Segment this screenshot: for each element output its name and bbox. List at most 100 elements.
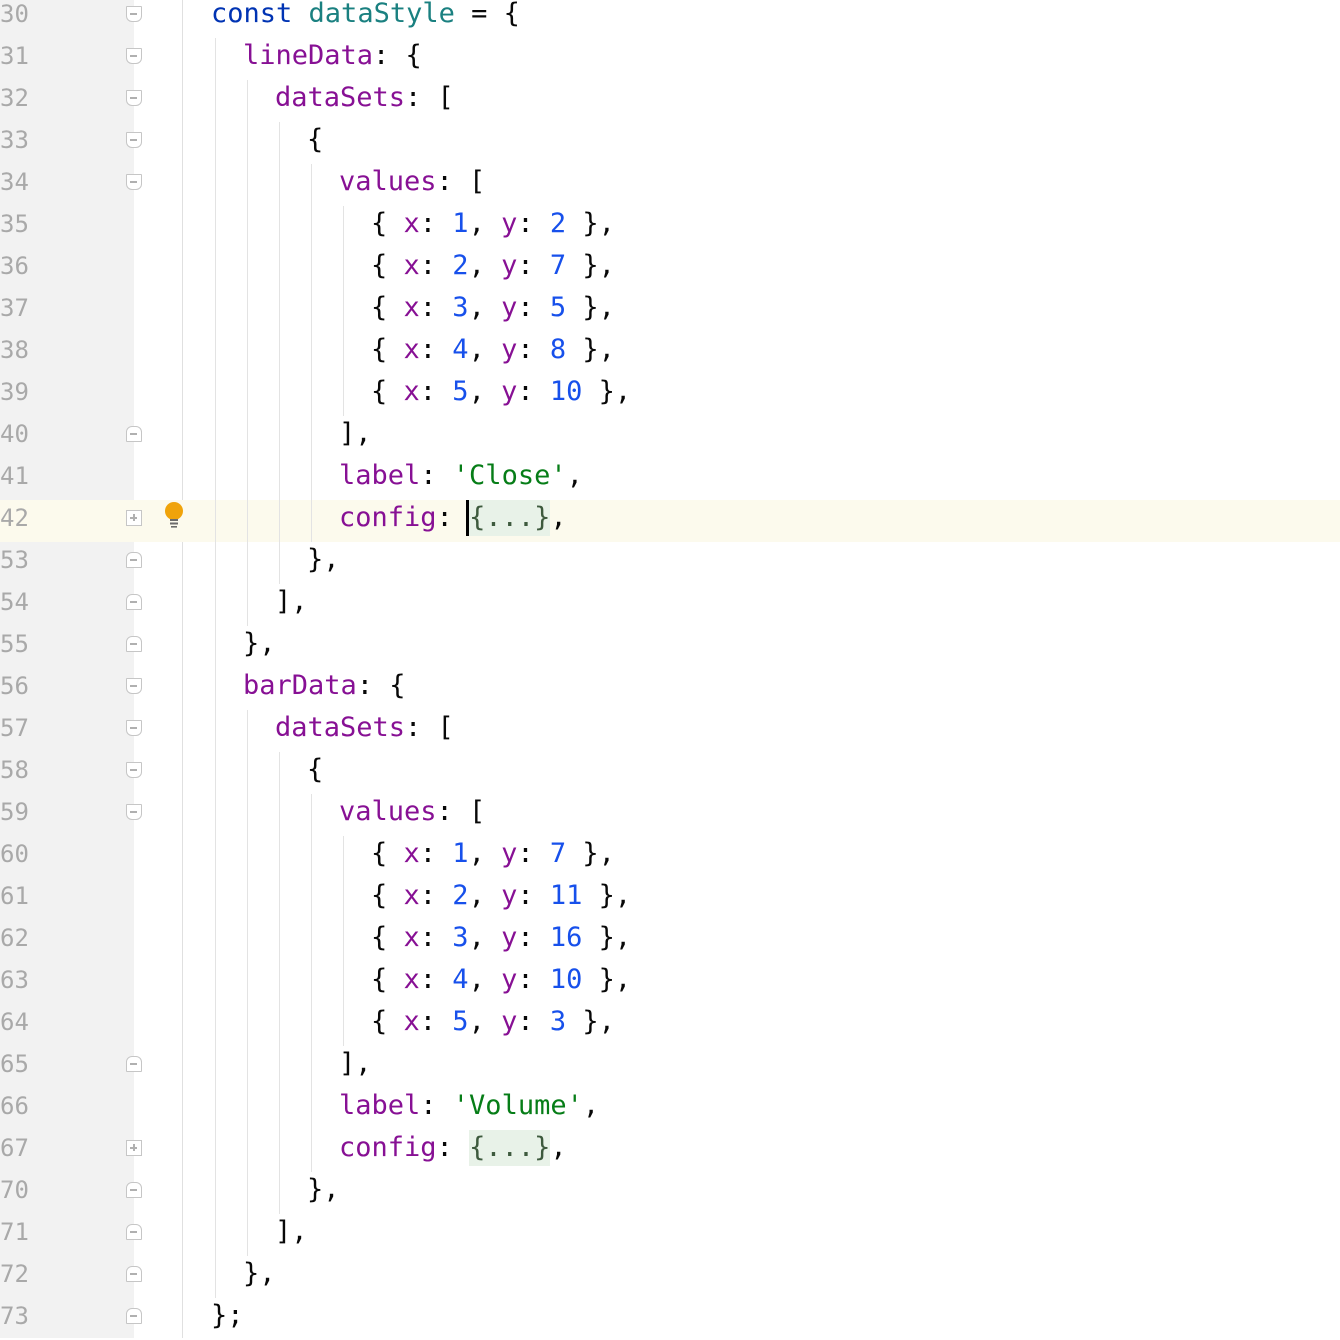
fold-collapse-icon[interactable]: [126, 1308, 142, 1324]
code-line[interactable]: 59 values: [: [0, 794, 1340, 836]
code-line[interactable]: 34 values: [: [0, 164, 1340, 206]
code-token: :: [420, 1090, 453, 1121]
lightbulb-icon[interactable]: [164, 501, 184, 529]
code-line[interactable]: 40],: [0, 416, 1340, 458]
code-line[interactable]: 66 label: 'Volume',: [0, 1088, 1340, 1130]
fold-collapse-icon[interactable]: [126, 6, 142, 22]
code-line[interactable]: 57 dataSets: [: [0, 710, 1340, 752]
code-token: {: [371, 334, 404, 365]
fold-collapse-icon[interactable]: [126, 132, 142, 148]
code-line[interactable]: 30 const dataStyle = {: [0, 0, 1340, 38]
code-token: };: [211, 1300, 244, 1331]
code-line[interactable]: 38 { x: 4, y: 8 },: [0, 332, 1340, 374]
code-token: 8: [549, 334, 567, 365]
line-number: 67: [0, 1134, 29, 1162]
code-line[interactable]: 63 { x: 4, y: 10 },: [0, 962, 1340, 1004]
code-line[interactable]: 58 {: [0, 752, 1340, 794]
code-token: ,: [468, 838, 502, 869]
line-number: 38: [0, 336, 29, 364]
fold-collapse-icon[interactable]: [126, 762, 142, 778]
code-line[interactable]: 61 { x: 2, y: 11 },: [0, 878, 1340, 920]
code-token: :: [517, 838, 550, 869]
code-line[interactable]: 71],: [0, 1214, 1340, 1256]
code-token: const: [211, 0, 293, 29]
line-number: 65: [0, 1050, 29, 1078]
code-line[interactable]: 73};: [0, 1298, 1340, 1340]
fold-collapse-icon[interactable]: [126, 174, 142, 190]
code-token: ,: [550, 502, 567, 533]
code-line[interactable]: 67 config: {...},: [0, 1130, 1340, 1172]
folded-region[interactable]: {...}: [469, 1130, 551, 1166]
code-editor[interactable]: 30 const dataStyle = {31 lineData: {32 data…: [0, 0, 1340, 1338]
code-token: ,: [468, 208, 502, 239]
code-line[interactable]: 72},: [0, 1256, 1340, 1298]
line-number: 60: [0, 840, 29, 868]
fold-expand-icon[interactable]: [126, 510, 142, 526]
folded-region[interactable]: {...}: [469, 500, 551, 536]
code-token: },: [582, 880, 632, 911]
fold-collapse-icon[interactable]: [126, 720, 142, 736]
fold-collapse-icon[interactable]: [126, 1056, 142, 1072]
code-line[interactable]: 53},: [0, 542, 1340, 584]
code-line[interactable]: 56 barData: {: [0, 668, 1340, 710]
fold-collapse-icon[interactable]: [126, 426, 142, 442]
code-line[interactable]: 65],: [0, 1046, 1340, 1088]
code-line[interactable]: 41 label: 'Close',: [0, 458, 1340, 500]
code-token: 5: [452, 1006, 469, 1037]
code-line[interactable]: 35 { x: 1, y: 2 },: [0, 206, 1340, 248]
code-token: :: [517, 376, 550, 407]
code-token: ,: [468, 964, 502, 995]
code-token: 3: [452, 922, 469, 953]
code-line[interactable]: 39 { x: 5, y: 10 },: [0, 374, 1340, 416]
code-token: : [: [436, 166, 486, 197]
code-line[interactable]: 55},: [0, 626, 1340, 668]
fold-collapse-icon[interactable]: [126, 552, 142, 568]
code-token: y: [501, 880, 518, 911]
code-text: values: [: [339, 164, 485, 206]
code-token: :: [419, 376, 453, 407]
code-token: :: [517, 334, 550, 365]
code-line[interactable]: 42 config: {...},: [0, 500, 1340, 542]
fold-collapse-icon[interactable]: [126, 636, 142, 652]
code-token: :: [517, 208, 550, 239]
code-line[interactable]: 33 {: [0, 122, 1340, 164]
code-line[interactable]: 70},: [0, 1172, 1340, 1214]
code-token: {: [371, 880, 404, 911]
code-token: y: [501, 208, 518, 239]
code-token: y: [501, 838, 518, 869]
fold-expand-icon[interactable]: [126, 1140, 142, 1156]
code-line[interactable]: 54],: [0, 584, 1340, 626]
code-token: : {: [356, 670, 406, 701]
fold-collapse-icon[interactable]: [126, 48, 142, 64]
line-number: 53: [0, 546, 29, 574]
code-line[interactable]: 64 { x: 5, y: 3 },: [0, 1004, 1340, 1046]
code-token: x: [403, 334, 420, 365]
code-line[interactable]: 31 lineData: {: [0, 38, 1340, 80]
fold-collapse-icon[interactable]: [126, 594, 142, 610]
code-line[interactable]: 62 { x: 3, y: 16 },: [0, 920, 1340, 962]
fold-collapse-icon[interactable]: [126, 1182, 142, 1198]
fold-collapse-icon[interactable]: [126, 1224, 142, 1240]
code-token: ,: [468, 292, 502, 323]
code-token: :: [517, 292, 550, 323]
code-token: ,: [566, 460, 583, 491]
code-text: { x: 5, y: 3 },: [371, 1004, 615, 1046]
line-number: 37: [0, 294, 29, 322]
code-token: },: [566, 250, 615, 281]
line-number: 61: [0, 882, 29, 910]
fold-collapse-icon[interactable]: [126, 1266, 142, 1282]
code-line[interactable]: 36 { x: 2, y: 7 },: [0, 248, 1340, 290]
code-token: 5: [549, 292, 567, 323]
code-text: { x: 4, y: 8 },: [371, 332, 615, 374]
code-line[interactable]: 32 dataSets: [: [0, 80, 1340, 122]
fold-collapse-icon[interactable]: [126, 90, 142, 106]
code-token: values: [339, 796, 437, 827]
code-text: },: [307, 542, 340, 584]
code-token: = {: [454, 0, 520, 29]
fold-collapse-icon[interactable]: [126, 804, 142, 820]
code-line[interactable]: 37 { x: 3, y: 5 },: [0, 290, 1340, 332]
indent-guide: [343, 206, 344, 416]
code-token: {: [371, 250, 404, 281]
fold-collapse-icon[interactable]: [126, 678, 142, 694]
code-line[interactable]: 60 { x: 1, y: 7 },: [0, 836, 1340, 878]
